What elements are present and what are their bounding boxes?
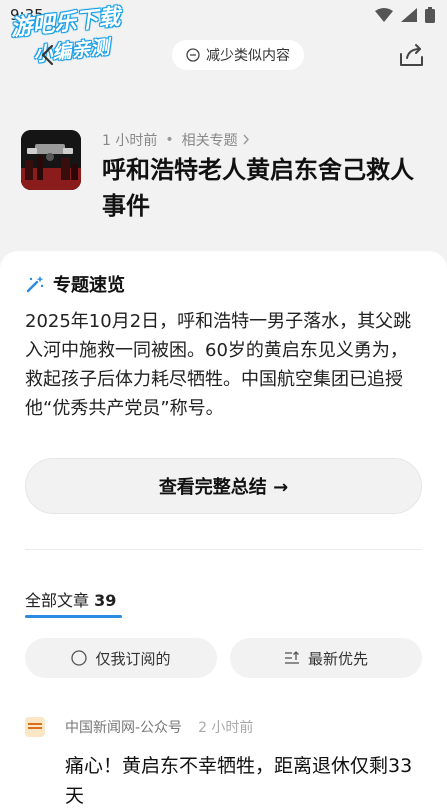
topic-time: 1 小时前 [102,133,158,149]
topic-cover-image [21,130,81,190]
chevron-left-icon [41,44,54,66]
sort-latest-button[interactable]: 最新优先 [230,638,422,678]
article-source-name: 中国新闻网-公众号 [65,720,183,736]
status-icons [375,7,435,23]
reduce-similar-label: 减少类似内容 [206,48,290,64]
battery-icon [425,7,435,23]
share-button[interactable] [398,42,426,68]
sort-latest-label: 最新优先 [307,649,368,668]
topic-meta: 1 小时前 • 相关专题 [102,130,250,150]
tab-all-articles[interactable]: 全部文章 39 [25,587,116,611]
overview-heading: 专题速览 [53,275,125,296]
view-full-summary-button[interactable]: 查看完整总结 → [25,458,422,514]
filter-subscribed-label: 仅我订阅的 [95,649,171,668]
tab-indicator [25,615,122,618]
radio-circle-icon [71,650,88,666]
related-topic-link[interactable]: 相关专题 [182,130,250,150]
filter-subscribed-button[interactable]: 仅我订阅的 [25,638,217,678]
share-icon [400,44,423,66]
related-topic-label: 相关专题 [181,133,238,149]
signal-icon [401,8,417,22]
overview-header: 专题速览 [25,271,125,297]
sort-icon [284,651,299,664]
reduce-similar-button[interactable]: 减少类似内容 [172,40,304,70]
magic-wand-icon [26,276,44,293]
minus-circle-icon [186,48,200,62]
topic-title: 呼和浩特老人黄启东舍己救人事件 [102,156,414,220]
article-time: 2 小时前 [198,720,254,736]
topic-card: 专题速览 2025年10月2日，呼和浩特一男子落水，其父跳入河中施救一同被困。6… [0,251,447,811]
article-title[interactable]: 痛心！黄启东不幸牺牲，距离退休仅剩33天 [65,751,430,811]
source-logo-icon [25,717,45,737]
chevron-right-icon [243,134,250,145]
article-source-row[interactable]: 中国新闻网-公众号 2 小时前 [25,717,253,737]
divider [25,549,422,550]
overview-text: 2025年10月2日，呼和浩特一男子落水，其父跳入河中施救一同被困。60岁的黄启… [25,311,412,419]
meta-separator: • [165,132,174,148]
article-count: 39 [94,591,117,610]
tab-all-label: 全部文章 [25,591,90,610]
back-button[interactable] [38,42,58,68]
wifi-icon [375,8,393,22]
